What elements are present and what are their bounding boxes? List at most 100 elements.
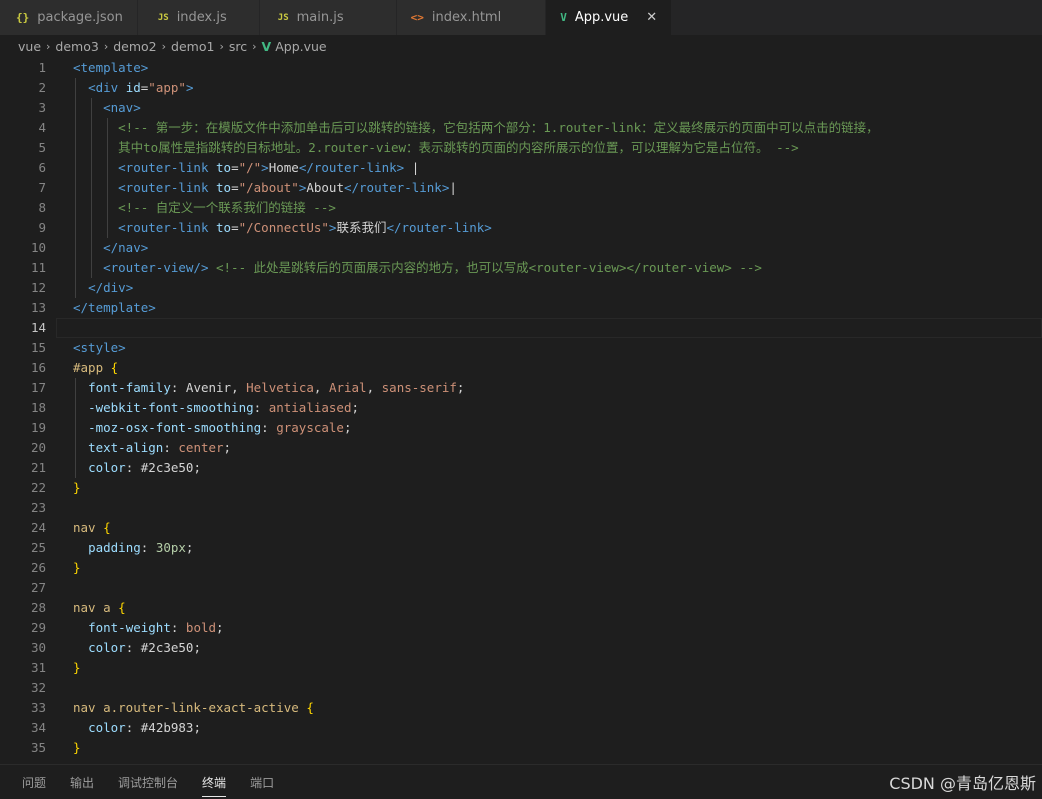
code-line[interactable]: 24 nav { [0, 518, 1042, 538]
code-text: </template> [73, 300, 156, 315]
line-number: 10 [30, 240, 46, 255]
code-line[interactable]: 34 color: #42b983; [0, 718, 1042, 738]
panel-tab-debug-console[interactable]: 调试控制台 [118, 768, 178, 797]
code-text: padding: 30px; [88, 540, 194, 555]
tab-package-json[interactable]: {} package.json [0, 0, 138, 35]
line-number: 2 [38, 80, 46, 95]
code-line[interactable]: 20 text-align: center; [0, 438, 1042, 458]
line-number: 19 [30, 420, 46, 435]
line-number: 27 [30, 580, 46, 595]
tab-app-vue[interactable]: V App.vue ✕ [546, 0, 673, 35]
code-line[interactable]: 6 <router-link to="/">Home</router-link>… [0, 158, 1042, 178]
tab-index-html[interactable]: <> index.html [396, 0, 547, 35]
breadcrumb-file[interactable]: App.vue [275, 39, 326, 54]
code-text: <nav> [103, 100, 141, 115]
code-text: </div> [88, 280, 134, 295]
breadcrumb-item[interactable]: vue [18, 39, 41, 54]
code-line[interactable]: 9 <router-link to="/ConnectUs">联系我们</rou… [0, 218, 1042, 238]
json-icon: {} [16, 11, 30, 24]
code-text: <router-view/> <!-- 此处是跳转后的页面展示内容的地方，也可以… [103, 260, 762, 275]
close-icon[interactable]: ✕ [646, 10, 657, 25]
code-line[interactable]: 12 </div> [0, 278, 1042, 298]
code-line[interactable]: 28 nav a { [0, 598, 1042, 618]
code-line[interactable]: 13 </template> [0, 298, 1042, 318]
line-number: 21 [30, 460, 46, 475]
code-line[interactable]: 33 nav a.router-link-exact-active { [0, 698, 1042, 718]
line-number: 7 [38, 180, 46, 195]
code-text: nav a { [73, 600, 126, 615]
breadcrumb-item[interactable]: demo2 [113, 39, 156, 54]
code-line[interactable]: 32 [0, 678, 1042, 698]
code-text: font-family: Avenir, Helvetica, Arial, s… [88, 380, 465, 395]
tab-main-js[interactable]: JS main.js [259, 0, 397, 35]
breadcrumb: vue › demo3 › demo2 › demo1 › src › V Ap… [0, 35, 1042, 57]
panel-tab-problems[interactable]: 问题 [22, 768, 46, 797]
code-text: <router-link to="/about">About</router-l… [118, 180, 457, 195]
code-line[interactable]: 27 [0, 578, 1042, 598]
panel-tab-output[interactable]: 输出 [70, 768, 94, 797]
code-line[interactable]: 26} [0, 558, 1042, 578]
code-line[interactable]: 21 color: #2c3e50; [0, 458, 1042, 478]
code-line[interactable]: 18 -webkit-font-smoothing: antialiased; [0, 398, 1042, 418]
line-number: 11 [30, 260, 46, 275]
vue-icon: V [261, 38, 272, 54]
code-line[interactable]: 1 <template> [0, 58, 1042, 78]
line-number: 24 [30, 520, 46, 535]
line-number: 4 [38, 120, 46, 135]
chevron-right-icon: › [219, 39, 224, 53]
line-number: 1 [38, 60, 46, 75]
line-number: 25 [30, 540, 46, 555]
code-line[interactable]: 2 <div id="app"> [0, 78, 1042, 98]
tab-label: main.js [296, 10, 344, 25]
code-line[interactable]: 14 [0, 318, 1042, 338]
code-line[interactable]: 8 <!-- 自定义一个联系我们的链接 --> [0, 198, 1042, 218]
vue-icon: V [560, 11, 567, 24]
code-line[interactable]: 5 其中to属性是指跳转的目标地址。2.router-view：表示跳转的页面的… [0, 138, 1042, 158]
code-line[interactable]: 16 #app { [0, 358, 1042, 378]
line-number: 30 [30, 640, 46, 655]
line-number: 20 [30, 440, 46, 455]
panel-tab-terminal[interactable]: 终端 [202, 768, 227, 797]
code-line[interactable]: 29 font-weight: bold; [0, 618, 1042, 638]
breadcrumb-item[interactable]: src [229, 39, 247, 54]
line-number: 33 [30, 700, 46, 715]
chevron-right-icon: › [103, 39, 109, 53]
line-number: 13 [30, 300, 46, 315]
panel-tab-ports[interactable]: 端口 [250, 768, 274, 797]
code-line[interactable]: 30 color: #2c3e50; [0, 638, 1042, 658]
code-editor[interactable]: 1 <template> 2 <div id="app"> 3 <nav> 4 <!--… [0, 58, 1042, 764]
code-text: <style> [73, 340, 126, 355]
html-icon: <> [410, 11, 424, 24]
code-line[interactable]: 15 <style> [0, 338, 1042, 358]
code-line[interactable]: 31} [0, 658, 1042, 678]
breadcrumb-item[interactable]: demo3 [55, 39, 98, 54]
code-line[interactable]: 23 [0, 498, 1042, 518]
code-text: <!-- 第一步：在模版文件中添加单击后可以跳转的链接，它包括两个部分：1.ro… [118, 120, 879, 135]
watermark: CSDN @青岛亿恩斯 [889, 774, 1036, 793]
code-line[interactable]: 4 <!-- 第一步：在模版文件中添加单击后可以跳转的链接，它包括两个部分：1.… [0, 118, 1042, 138]
code-text: text-align: center; [88, 440, 232, 455]
code-text: <router-link to="/">Home</router-link> | [118, 160, 420, 175]
line-number: 29 [30, 620, 46, 635]
line-number: 15 [30, 340, 46, 355]
code-line[interactable]: 17 font-family: Avenir, Helvetica, Arial… [0, 378, 1042, 398]
code-text: nav { [73, 520, 111, 535]
code-text: -webkit-font-smoothing: antialiased; [88, 400, 360, 415]
code-line[interactable]: 22} [0, 478, 1042, 498]
line-number: 5 [38, 140, 46, 155]
tab-index-js[interactable]: JS index.js [137, 0, 260, 35]
breadcrumb-item[interactable]: demo1 [171, 39, 214, 54]
code-text: 其中to属性是指跳转的目标地址。2.router-view：表示跳转的页面的内容… [118, 140, 799, 155]
code-line[interactable]: 10 </nav> [0, 238, 1042, 258]
line-number: 16 [30, 360, 46, 375]
line-number: 35 [30, 740, 46, 755]
code-line[interactable]: 11 <router-view/> <!-- 此处是跳转后的页面展示内容的地方，… [0, 258, 1042, 278]
code-line[interactable]: 35} [0, 738, 1042, 758]
code-text: <template> [73, 60, 149, 75]
code-line[interactable]: 3 <nav> [0, 98, 1042, 118]
code-line[interactable]: 19 -moz-osx-font-smoothing: grayscale; [0, 418, 1042, 438]
line-number: 3 [38, 100, 46, 115]
code-line[interactable]: 7 <router-link to="/about">About</router… [0, 178, 1042, 198]
code-text: <div id="app"> [88, 80, 194, 95]
code-line[interactable]: 25 padding: 30px; [0, 538, 1042, 558]
